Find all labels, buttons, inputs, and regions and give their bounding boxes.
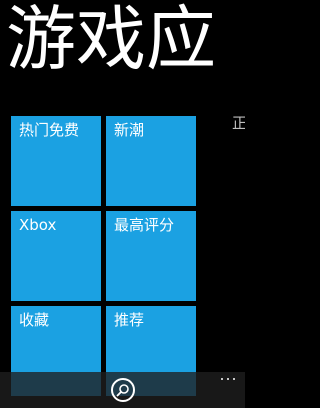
tile-top-rated[interactable]: 最高评分: [106, 211, 196, 301]
search-button[interactable]: [111, 378, 135, 402]
tile-new[interactable]: 新潮: [106, 116, 196, 206]
next-section-peek[interactable]: 正: [232, 112, 245, 133]
tile-label: 新潮: [114, 121, 145, 139]
more-button[interactable]: [218, 370, 238, 386]
tile-label: 最高评分: [114, 216, 175, 234]
tile-xbox[interactable]: Xbox: [11, 211, 101, 301]
games-hub-screen: 游戏应 正 热门免费 新潮 Xbox 最高评分 收藏 推荐: [0, 0, 245, 408]
tile-label: 热门免费: [19, 121, 80, 139]
hub-title: 游戏应: [6, 0, 216, 80]
tile-hot-free[interactable]: 热门免费: [11, 116, 101, 206]
tile-label: 推荐: [114, 311, 145, 329]
search-icon: [116, 384, 129, 397]
tile-label: 收藏: [19, 311, 50, 329]
tile-label: Xbox: [19, 216, 57, 234]
